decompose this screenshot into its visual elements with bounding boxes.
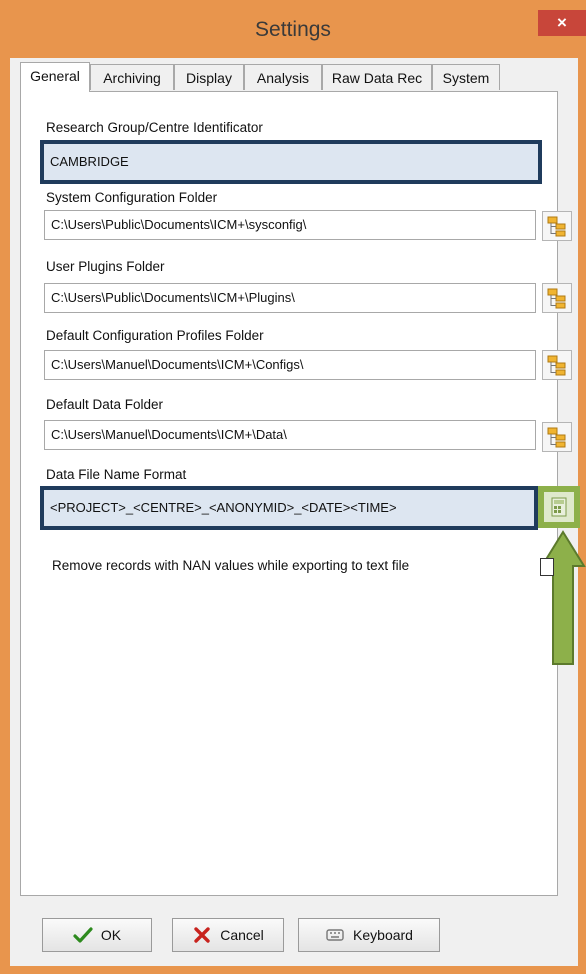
folder-tree-icon bbox=[542, 350, 572, 380]
remove-nan-label: Remove records with NAN values while exp… bbox=[52, 558, 410, 573]
format-button-face bbox=[544, 492, 574, 522]
keyboard-button-label: Keyboard bbox=[353, 927, 413, 943]
file-name-format-label: Data File Name Format bbox=[46, 467, 187, 482]
tab-system[interactable]: System bbox=[432, 64, 500, 90]
tab-general[interactable]: General bbox=[20, 62, 90, 92]
calculator-icon bbox=[551, 497, 567, 517]
close-button[interactable]: × bbox=[538, 10, 586, 36]
folder-tree-icon bbox=[542, 283, 572, 313]
data-folder-label: Default Data Folder bbox=[46, 397, 164, 412]
system-config-browse-button[interactable] bbox=[542, 211, 572, 241]
config-profiles-browse-button[interactable] bbox=[542, 350, 572, 380]
config-profiles-label: Default Configuration Profiles Folder bbox=[46, 328, 264, 343]
remove-nan-checkbox[interactable] bbox=[540, 558, 554, 576]
x-icon bbox=[194, 927, 210, 943]
ok-button-label: OK bbox=[100, 927, 122, 943]
tab-raw-data-rec[interactable]: Raw Data Rec bbox=[322, 64, 432, 90]
data-folder-browse-button[interactable] bbox=[542, 422, 572, 452]
keyboard-icon bbox=[326, 929, 344, 941]
window-title: Settings bbox=[255, 18, 331, 41]
system-config-input[interactable]: C:\Users\Public\Documents\ICM+\sysconfig… bbox=[44, 210, 536, 240]
tab-display[interactable]: Display bbox=[174, 64, 244, 90]
research-group-label: Research Group/Centre Identificator bbox=[46, 120, 263, 135]
ok-button[interactable]: OK bbox=[42, 918, 152, 952]
checkmark-icon bbox=[73, 927, 93, 943]
folder-tree-icon bbox=[542, 422, 572, 452]
folder-tree-icon bbox=[542, 211, 572, 241]
user-plugins-label: User Plugins Folder bbox=[46, 259, 165, 274]
config-profiles-input[interactable]: C:\Users\Manuel\Documents\ICM+\Configs\ bbox=[44, 350, 536, 380]
close-icon: × bbox=[557, 13, 567, 32]
title-bar[interactable]: Settings × bbox=[0, 0, 586, 58]
keyboard-button[interactable]: Keyboard bbox=[298, 918, 440, 952]
system-config-label: System Configuration Folder bbox=[46, 190, 218, 205]
tab-analysis[interactable]: Analysis bbox=[244, 64, 322, 90]
research-group-input[interactable]: CAMBRIDGE bbox=[40, 140, 542, 184]
data-folder-input[interactable]: C:\Users\Manuel\Documents\ICM+\Data\ bbox=[44, 420, 536, 450]
file-name-format-button[interactable] bbox=[538, 486, 580, 528]
tab-archiving[interactable]: Archiving bbox=[90, 64, 174, 90]
user-plugins-browse-button[interactable] bbox=[542, 283, 572, 313]
cancel-button-label: Cancel bbox=[220, 927, 264, 943]
cancel-button[interactable]: Cancel bbox=[172, 918, 284, 952]
user-plugins-input[interactable]: C:\Users\Public\Documents\ICM+\Plugins\ bbox=[44, 283, 536, 313]
annotation-up-arrow-icon bbox=[540, 530, 586, 665]
file-name-format-input[interactable]: <PROJECT>_<CENTRE>_<ANONYMID>_<DATE><TIM… bbox=[40, 486, 538, 530]
